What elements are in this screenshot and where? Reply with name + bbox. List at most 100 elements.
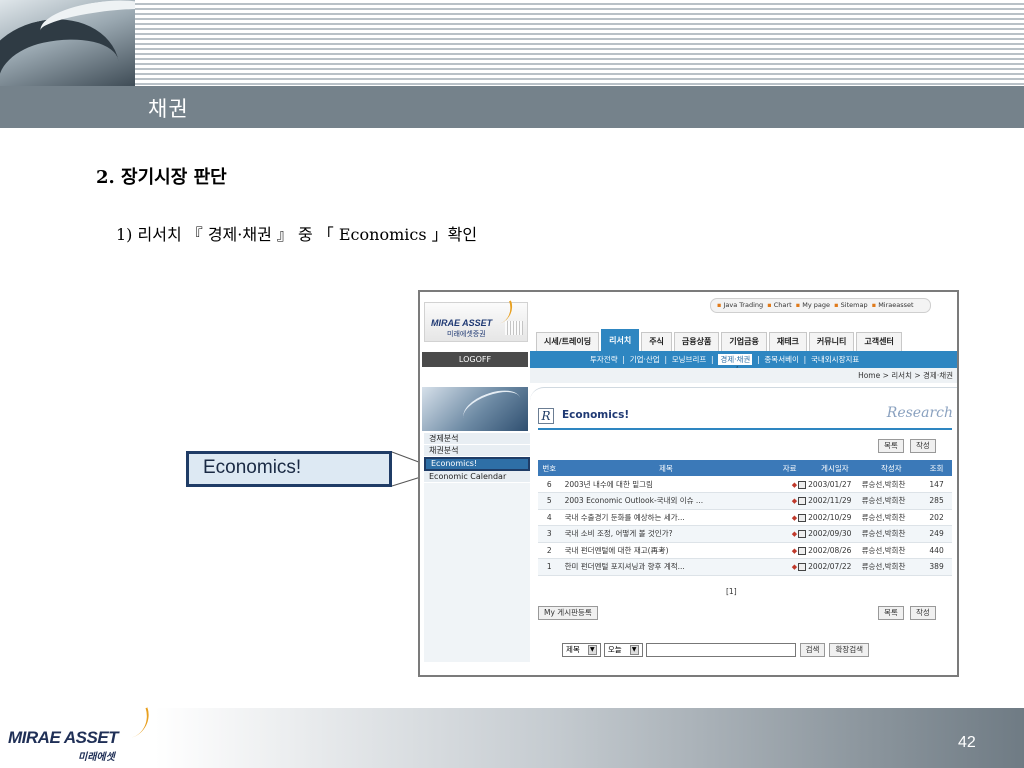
callout-label: Economics! xyxy=(203,457,302,478)
search-button[interactable]: 검색 xyxy=(799,642,826,657)
pagination[interactable]: [1] xyxy=(726,587,737,596)
cell-title-link[interactable]: 한미 펀더멘털 포지셔닝과 향후 계적... xyxy=(560,558,772,576)
left-menu: 경제분석 채권분석 Economics! Economic Calendar xyxy=(424,433,530,663)
subnav-item-industry[interactable]: 기업·산업 xyxy=(630,355,660,364)
tab-trading[interactable]: 시세/트레이딩 xyxy=(536,332,600,351)
col-header-title[interactable]: 제목 xyxy=(560,460,772,476)
cell-file[interactable]: ◆ xyxy=(771,509,809,526)
cell-file[interactable]: ◆ xyxy=(771,492,809,510)
cell-date: 2002/10/29 xyxy=(808,509,862,526)
search-input[interactable] xyxy=(645,642,796,657)
cell-author: 류승선,박희찬 xyxy=(861,492,922,510)
main-tabs: 시세/트레이딩 리서치 주식 금융상품 기업금융 재테크 커뮤니티 고객센터 xyxy=(536,329,904,351)
site-logo-main: MIRAE ASSET xyxy=(431,318,493,328)
search-bar: 제목 ▼ 오늘 ▼ 검색 확장검색 xyxy=(562,642,870,657)
util-link-miraeasset[interactable]: Miraeasset xyxy=(878,301,913,309)
tab-financial-products[interactable]: 금융상품 xyxy=(673,332,720,351)
tab-corporate-finance[interactable]: 기업금융 xyxy=(721,332,767,351)
tab-community[interactable]: 커뮤니티 xyxy=(808,332,855,351)
write-button-top[interactable]: 작성 xyxy=(910,439,936,453)
board-table: 번호 제목 자료 게시일자 작성자 조회 6 2003년 내수에 대한 밑그림 ◆ 2… xyxy=(538,460,952,576)
cell-no: 2 xyxy=(538,542,561,559)
list-button-top[interactable]: 목록 xyxy=(878,439,904,453)
breadcrumb: Home > 리서치 > 경제·채권 xyxy=(530,368,957,383)
subnav-item-strategy[interactable]: 투자전략 xyxy=(590,355,618,364)
subnav-item-survey[interactable]: 종목서베이 xyxy=(764,355,799,364)
cell-title-link[interactable]: 2003 Economic Outlook-국내외 이슈 ... xyxy=(560,492,772,510)
title-underline xyxy=(538,428,952,430)
advanced-search-button[interactable]: 확장검색 xyxy=(829,642,870,657)
cell-file[interactable]: ◆ xyxy=(771,542,809,559)
col-header-file[interactable]: 자료 xyxy=(771,460,809,476)
cell-no: 4 xyxy=(538,509,561,526)
footer-logo-swoosh xyxy=(115,707,155,741)
table-row[interactable]: 4 국내 수출경기 둔화를 예상하는 세가... ◆ 2002/10/29 류승선,박희… xyxy=(538,509,952,526)
callout-box: Economics! xyxy=(186,451,392,487)
my-board-button[interactable]: My 게시판등록 xyxy=(538,606,598,620)
write-button-bottom[interactable]: 작성 xyxy=(910,606,936,620)
file-icon xyxy=(798,563,807,572)
col-header-views[interactable]: 조회 xyxy=(921,460,952,476)
download-icon: ◆ xyxy=(791,480,798,489)
table-row[interactable]: 2 국내 펀더멘털에 대한 재고(再考) ◆ 2002/08/26 류승선,박희찬 440 xyxy=(538,542,952,559)
table-row[interactable]: 3 국내 소비 조정, 어떻게 볼 것인가? ◆ 2002/09/30 류승선,박희찬 2… xyxy=(538,525,952,543)
util-link-mypage[interactable]: My page xyxy=(802,301,830,309)
cell-title-link[interactable]: 국내 소비 조정, 어떻게 볼 것인가? xyxy=(560,525,772,543)
download-icon: ◆ xyxy=(791,530,798,539)
tab-stock[interactable]: 주식 xyxy=(641,332,672,351)
search-field-select[interactable]: 제목 ▼ xyxy=(562,642,601,657)
research-subnav: 투자전략 | 기업·산업 | 모닝브리프 | 경제·채권 | 종목서베이 | 국… xyxy=(530,351,957,368)
cell-title-link[interactable]: 국내 펀더멘털에 대한 재고(再考) xyxy=(560,542,772,559)
section-subheading: 1) 리서치 『 경제·채권 』 중 「 Economics 」확인 xyxy=(116,225,478,244)
cell-file[interactable]: ◆ xyxy=(771,558,809,576)
cell-no: 1 xyxy=(538,558,561,576)
cell-date: 2002/08/26 xyxy=(808,542,862,559)
cell-title-link[interactable]: 2003년 내수에 대한 밑그림 xyxy=(560,476,772,493)
cell-no: 6 xyxy=(538,476,561,493)
col-header-no[interactable]: 번호 xyxy=(538,460,561,476)
search-period-select[interactable]: 오늘 ▼ xyxy=(603,642,643,657)
subnav-item-market-indicators[interactable]: 국내외시장지표 xyxy=(811,355,859,364)
tab-customer-center[interactable]: 고객센터 xyxy=(856,332,902,351)
table-row[interactable]: 1 한미 펀더멘털 포지셔닝과 향후 계적... ◆ 2002/07/22 류승선,박희… xyxy=(538,558,952,576)
left-menu-item-economic-analysis[interactable]: 경제분석 xyxy=(424,433,530,445)
left-menu-item-bond-analysis[interactable]: 채권분석 xyxy=(424,445,530,457)
cell-date: 2002/09/30 xyxy=(808,525,862,543)
board-content: R Economics! Research 목록 작성 번호 제목 자료 게시일… xyxy=(530,387,957,675)
table-row[interactable]: 5 2003 Economic Outlook-국내외 이슈 ... ◆ 2002/1… xyxy=(538,492,952,510)
left-menu-item-economic-calendar[interactable]: Economic Calendar xyxy=(424,471,530,483)
tab-research[interactable]: 리서치 xyxy=(601,329,640,351)
table-header-row: 번호 제목 자료 게시일자 작성자 조회 xyxy=(538,460,952,476)
file-icon xyxy=(798,480,807,489)
util-link-java[interactable]: Java Trading xyxy=(723,301,763,309)
tab-wealth[interactable]: 재테크 xyxy=(768,332,807,351)
file-icon xyxy=(798,513,807,522)
content-top-curve xyxy=(530,387,957,401)
col-header-author[interactable]: 작성자 xyxy=(861,460,922,476)
cell-date: 2003/01/27 xyxy=(808,476,862,493)
cell-date: 2002/11/29 xyxy=(808,492,862,510)
page-number: 42 xyxy=(958,734,976,751)
util-link-chart[interactable]: Chart xyxy=(774,301,792,309)
col-header-date[interactable]: 게시일자 xyxy=(808,460,862,476)
subnav-item-morning-brief[interactable]: 모닝브리프 xyxy=(672,355,707,364)
cell-author: 류승선,박희찬 xyxy=(861,542,922,559)
cell-file[interactable]: ◆ xyxy=(771,525,809,543)
util-link-sitemap[interactable]: Sitemap xyxy=(841,301,868,309)
select-arrow-icon: ▼ xyxy=(629,644,639,655)
cell-file[interactable]: ◆ xyxy=(771,476,809,493)
download-icon: ◆ xyxy=(791,497,798,506)
board-title: Economics! xyxy=(562,409,630,421)
site-logo[interactable]: MIRAE ASSET 미래에셋증권 xyxy=(424,300,528,342)
download-icon: ◆ xyxy=(791,563,798,572)
download-icon: ◆ xyxy=(791,546,798,555)
select-arrow-icon: ▼ xyxy=(587,644,597,655)
list-button-bottom[interactable]: 목록 xyxy=(878,606,904,620)
cell-title-link[interactable]: 국내 수출경기 둔화를 예상하는 세가... xyxy=(560,509,772,526)
footer-logo-sub: 미래에셋 xyxy=(78,752,115,763)
table-row[interactable]: 6 2003년 내수에 대한 밑그림 ◆ 2003/01/27 류승선,박희찬 147 xyxy=(538,476,952,493)
research-brand: Research xyxy=(886,405,953,421)
logoff-button[interactable]: LOGOFF xyxy=(422,352,528,367)
header-image xyxy=(0,0,135,86)
left-menu-item-economics[interactable]: Economics! xyxy=(424,457,530,471)
